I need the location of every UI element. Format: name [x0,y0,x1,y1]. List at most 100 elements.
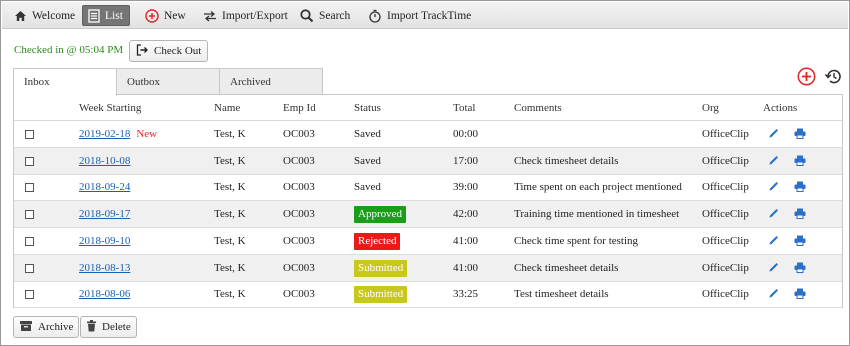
total-cell: 42:00 [453,208,479,221]
archive-box-icon [19,320,33,335]
new-badge: New [136,128,158,140]
pencil-icon[interactable] [768,208,779,222]
tab-label: Inbox [24,76,50,88]
check-out-label: Check Out [154,45,202,57]
table-header: Week Starting Name Emp Id Status Total C… [14,95,842,121]
header-total[interactable]: Total [453,102,475,114]
week-starting-link[interactable]: 2018-09-24 [79,181,130,193]
comments-cell: Check time spent for testing [514,234,639,247]
name-cell: Test, K [214,181,246,194]
week-starting-link[interactable]: 2019-02-18 [79,128,130,140]
comments-cell: Test timesheet details [514,288,609,301]
emp-id-cell: OC003 [283,128,315,140]
header-name[interactable]: Name [214,102,240,114]
printer-icon[interactable] [794,155,806,169]
header-emp-id[interactable]: Emp Id [283,102,316,114]
printer-icon[interactable] [794,235,806,249]
printer-icon[interactable] [794,208,806,222]
timesheet-table: Week Starting Name Emp Id Status Total C… [13,94,843,309]
check-out-button[interactable]: Check Out [129,40,209,62]
list-button[interactable]: List [82,5,130,26]
emp-id-cell: OC003 [283,261,315,274]
header-comments[interactable]: Comments [514,102,562,114]
import-export-label: Import/Export [222,9,288,22]
week-cell: 2018-09-10 [79,235,136,247]
new-label: New [164,9,186,22]
total-cell: 00:00 [453,128,479,140]
total-cell: 33:25 [453,288,479,301]
tab-label: Outbox [127,76,160,88]
pencil-icon[interactable] [768,235,779,249]
trash-icon [86,319,97,335]
table-row: 2018-08-13 Test, K OC003 Submitted 41:00 Chec… [14,254,842,282]
archive-button[interactable]: Archive [13,316,80,338]
emp-id-cell: OC003 [283,154,315,167]
org-cell: OfficeClip [702,261,749,274]
search-label: Search [319,9,351,22]
name-cell: Test, K [214,208,246,221]
name-cell: Test, K [214,288,246,301]
pencil-icon[interactable] [768,128,779,142]
add-circle-icon[interactable] [797,67,816,89]
emp-id-cell: OC003 [283,234,315,247]
delete-button[interactable]: Delete [80,316,137,338]
table-row: 2018-09-17 Test, K OC003 Approved 42:00 Train… [14,201,842,229]
row-checkbox[interactable] [25,210,34,220]
search-button[interactable]: Search [296,5,354,26]
table-row: 2019-02-18 New Test, K OC003 Saved 00:00 Offic… [14,121,842,148]
tab-outbox[interactable]: Outbox [116,68,220,95]
pencil-icon[interactable] [768,262,779,276]
printer-icon[interactable] [794,288,806,302]
name-cell: Test, K [214,128,246,140]
tab-archived[interactable]: Archived [219,68,323,95]
comments-cell: Time spent on each project mentioned [514,181,682,194]
emp-id-cell: OC003 [283,181,315,194]
comments-cell: Check timesheet details [514,154,619,167]
emp-id-cell: OC003 [283,208,315,221]
total-cell: 17:00 [453,154,479,167]
row-checkbox[interactable] [25,290,34,300]
status-badge: Rejected [354,232,401,250]
table-row: 2018-09-10 Test, K OC003 Rejected 41:00 Check… [14,228,842,255]
table-row: 2018-10-08 Test, K OC003 Saved 17:00 Check ti… [14,147,842,175]
history-icon[interactable] [824,67,843,89]
status-text: Saved [354,128,381,140]
row-checkbox[interactable] [25,130,34,139]
row-checkbox[interactable] [25,156,34,166]
header-status[interactable]: Status [354,102,381,114]
row-checkbox[interactable] [25,236,34,246]
row-checkbox[interactable] [25,183,34,193]
tab-inbox[interactable]: Inbox [13,68,117,96]
week-starting-link[interactable]: 2018-09-17 [79,208,130,220]
header-week-starting[interactable]: Week Starting [79,102,141,114]
printer-icon[interactable] [794,262,806,276]
name-cell: Test, K [214,234,246,247]
org-cell: OfficeClip [702,128,749,140]
printer-icon[interactable] [794,181,806,195]
week-starting-link[interactable]: 2018-10-08 [79,155,130,167]
import-tracktime-button[interactable]: Import TrackTime [364,5,475,26]
pencil-icon[interactable] [768,288,779,302]
org-cell: OfficeClip [702,234,749,247]
new-button[interactable]: New [141,5,190,26]
pencil-icon[interactable] [768,181,779,195]
week-starting-link[interactable]: 2018-08-06 [79,288,130,300]
pencil-icon[interactable] [768,155,779,169]
table-row: 2018-09-24 Test, K OC003 Saved 39:00 Time spe… [14,174,842,202]
week-cell: 2018-09-17 [79,208,136,220]
name-cell: Test, K [214,261,246,274]
welcome-label: Welcome [32,9,76,22]
org-cell: OfficeClip [702,154,749,167]
welcome-button[interactable]: Welcome [10,5,79,26]
delete-label: Delete [102,321,131,333]
table-row: 2018-08-06 Test, K OC003 Submitted 33:25 Test… [14,281,842,309]
week-starting-link[interactable]: 2018-09-10 [79,235,130,247]
week-cell: 2018-09-24 [79,181,136,193]
row-checkbox[interactable] [25,263,34,273]
status-text: Saved [354,181,381,194]
comments-cell: Training time mentioned in timesheet [514,208,680,221]
printer-icon[interactable] [794,128,806,142]
week-starting-link[interactable]: 2018-08-13 [79,262,130,274]
import-export-button[interactable]: Import/Export [199,5,292,26]
header-org[interactable]: Org [702,102,719,114]
